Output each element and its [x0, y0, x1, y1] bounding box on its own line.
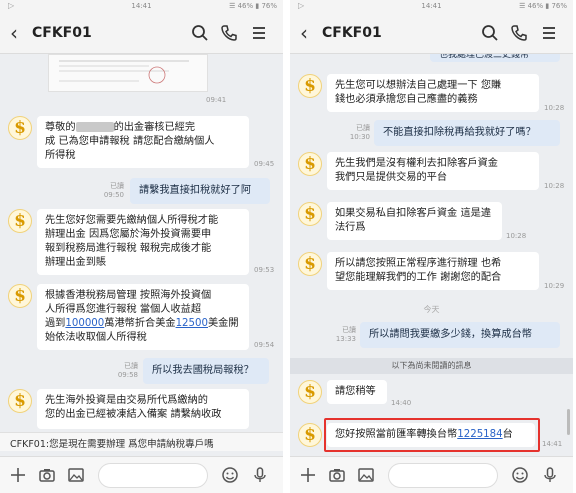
contact-avatar[interactable]: $: [298, 74, 322, 98]
date-divider: 今天: [423, 305, 440, 314]
message-input[interactable]: [98, 463, 208, 488]
contact-avatar[interactable]: $: [298, 252, 322, 276]
message-input[interactable]: [388, 463, 498, 488]
status-bar: ▷ 14:41 ☰ 46% ▮ 76%: [290, 0, 573, 14]
microphone-icon[interactable]: [250, 465, 270, 485]
phone-call-icon[interactable]: [219, 23, 239, 43]
chat-header: ‹ CFKF01: [290, 14, 573, 54]
status-bar: ▷ 14:41 ☰ 46% ▮ 76%: [0, 0, 283, 14]
unread-divider: 以下為尚未閱讀的訊息: [290, 358, 573, 374]
incoming-message[interactable]: 先生您可以想辦法自己處理一下 您賺 錢也必須承擔您自己應盡的義務: [327, 74, 539, 112]
outgoing-message-partial[interactable]: 也我處理已渡三史錢幣: [430, 54, 560, 62]
contact-name: CFKF01: [32, 25, 92, 41]
microphone-icon[interactable]: [540, 465, 560, 485]
timestamp: 14:41: [542, 440, 563, 448]
message-preview-banner[interactable]: CFKF01:您是現在需要辦理 爲您申請納稅專戶嗎: [0, 432, 283, 451]
plus-icon[interactable]: [8, 465, 28, 485]
contact-avatar[interactable]: $: [298, 202, 322, 226]
document-image[interactable]: [48, 54, 208, 92]
timestamp: 09:54: [254, 341, 275, 349]
timestamp: 10:29: [544, 282, 565, 290]
contact-name: CFKF01: [322, 25, 382, 41]
read-receipt: 已讀 10:30: [349, 124, 370, 141]
emoji-icon[interactable]: [220, 465, 240, 485]
incoming-message[interactable]: 先生您好您需要先繳納個人所得稅才能 辦理出金 因爲您屬於海外投資需要申 報到稅務…: [37, 209, 249, 275]
timestamp: 09:41: [206, 96, 227, 104]
status-indicators: ☰ 46% ▮ 76%: [519, 2, 567, 10]
read-receipt: 已讀 09:50: [103, 182, 124, 199]
outgoing-message[interactable]: 請繫我直接扣稅就好了阿: [130, 178, 270, 204]
contact-avatar[interactable]: $: [298, 380, 322, 404]
chat-screen-right: ▷ 14:41 ☰ 46% ▮ 76% ‹ CFKF01 也我處理已渡三史錢幣 …: [290, 0, 573, 493]
redacted-name: [75, 122, 114, 132]
timestamp: 14:40: [391, 399, 412, 407]
outgoing-message[interactable]: 所以請問我要繳多少錢，換算成台幣: [360, 322, 560, 348]
contact-avatar[interactable]: $: [8, 284, 32, 308]
incoming-message[interactable]: 所以請您按照正常程序進行辦理 也希 望您能理解我們的工作 謝謝您的配合: [327, 252, 539, 290]
chat-header: ‹ CFKF01: [0, 14, 283, 54]
input-toolbar: [290, 456, 573, 493]
input-toolbar: [0, 456, 283, 493]
read-receipt: 已讀 13:33: [335, 326, 356, 343]
incoming-message[interactable]: 如果交易私自扣除客戶資金 這是違 法行爲: [327, 202, 502, 240]
number-link[interactable]: 100000: [65, 318, 104, 329]
timestamp: 09:45: [254, 160, 275, 168]
scrollbar[interactable]: [567, 409, 570, 435]
search-icon[interactable]: [190, 23, 210, 43]
timestamp: 09:53: [254, 266, 275, 274]
image-icon[interactable]: [356, 465, 376, 485]
image-icon[interactable]: [66, 465, 86, 485]
message-text: 萬港幣折合美金: [104, 318, 176, 329]
back-arrow-icon[interactable]: ‹: [10, 21, 18, 45]
document-thumbnail: [49, 55, 207, 91]
screenshot-gap: [283, 0, 290, 493]
incoming-message[interactable]: 先生海外投資是由交易所代爲繳納的 您的出金已經被凍結入備案 請繫納收政: [37, 389, 249, 429]
phone-call-icon[interactable]: [509, 23, 529, 43]
camera-icon[interactable]: [327, 465, 347, 485]
highlight-box: [324, 418, 540, 452]
status-indicators: ☰ 46% ▮ 76%: [229, 2, 277, 10]
read-receipt: 已讀 09:58: [117, 362, 138, 379]
incoming-message[interactable]: 請您稍等: [327, 380, 387, 404]
message-list[interactable]: 也我處理已渡三史錢幣 $ 先生您可以想辦法自己處理一下 您賺 錢也必須承擔您自己…: [290, 54, 573, 456]
timestamp: 10:28: [544, 182, 565, 190]
contact-avatar[interactable]: $: [8, 116, 32, 140]
menu-icon[interactable]: [249, 23, 269, 43]
search-icon[interactable]: [480, 23, 500, 43]
number-link[interactable]: 12500: [176, 318, 208, 329]
emoji-icon[interactable]: [510, 465, 530, 485]
chat-screen-left: ▷ 14:41 ☰ 46% ▮ 76% ‹ CFKF01 09:41 $ 尊敬的…: [0, 0, 283, 493]
incoming-message[interactable]: 尊敬的 的出金審核已經完 成 已為您申請報稅 請您配合繳納個人 所得稅: [37, 116, 249, 168]
contact-avatar[interactable]: $: [298, 152, 322, 176]
timestamp: 10:28: [506, 232, 527, 240]
outgoing-message[interactable]: 不能直接扣除稅再給我就好了嗎？: [374, 120, 560, 146]
timestamp: 10:28: [544, 104, 565, 112]
contact-avatar[interactable]: $: [8, 209, 32, 233]
contact-avatar[interactable]: $: [8, 389, 32, 413]
back-arrow-icon[interactable]: ‹: [300, 21, 308, 45]
menu-icon[interactable]: [539, 23, 559, 43]
plus-icon[interactable]: [298, 465, 318, 485]
incoming-message[interactable]: 根據香港稅務局管理 按照海外投資個 人所得爲您進行報稅 當個人收益超 過到100…: [37, 284, 249, 350]
message-text: 尊敬的: [45, 122, 76, 133]
contact-avatar[interactable]: $: [298, 423, 322, 447]
incoming-message[interactable]: 先生我們是沒有權利去扣除客戶資金 我們只是提供交易的平台: [327, 152, 539, 190]
outgoing-message[interactable]: 所以我去國稅局報稅？: [143, 358, 269, 384]
camera-icon[interactable]: [37, 465, 57, 485]
message-list[interactable]: 09:41 $ 尊敬的 的出金審核已經完 成 已為您申請報稅 請您配合繳納個人 所…: [0, 54, 283, 456]
